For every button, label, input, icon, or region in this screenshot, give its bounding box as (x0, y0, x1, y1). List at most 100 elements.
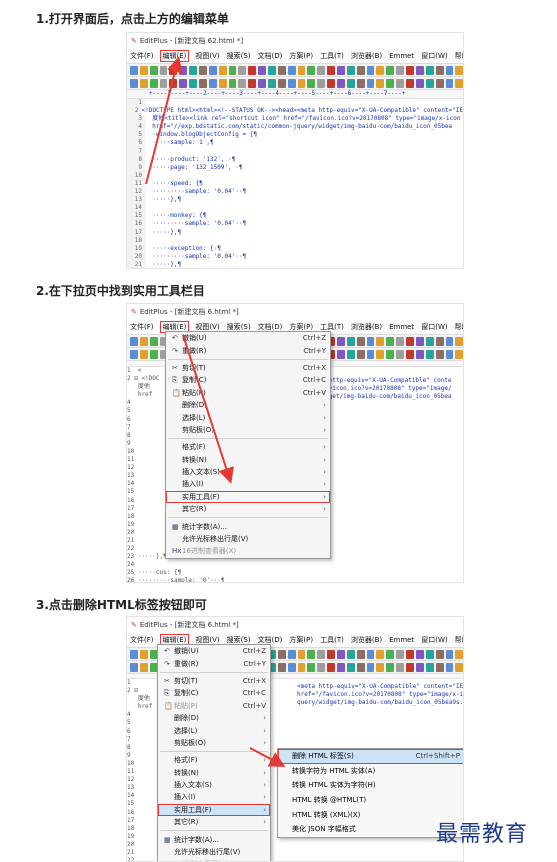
toolbar-button-icon[interactable] (317, 649, 326, 659)
toolbar-button-icon[interactable] (317, 65, 326, 75)
toolbar-button-icon[interactable] (346, 336, 355, 346)
toolbar-button-icon[interactable] (455, 662, 463, 672)
toolbar-button-icon[interactable] (396, 78, 405, 88)
toolbar-button-icon[interactable] (435, 78, 444, 88)
toolbar-button-icon[interactable] (327, 65, 336, 75)
toolbar-button-icon[interactable] (376, 349, 385, 359)
menu-item[interactable]: Hx16进制查看器(X) (158, 858, 270, 861)
submenu-item[interactable]: 转换字符为 HTML 实体(A) (278, 764, 463, 779)
toolbar-button-icon[interactable] (445, 649, 454, 659)
menu-item[interactable]: ↷ 重做(R) Ctrl+Y (166, 344, 330, 356)
menu-item[interactable]: ↶ 撤销(U) Ctrl+Z (166, 332, 330, 344)
menu-item[interactable]: Hx16进制查看器(X) (166, 545, 330, 557)
toolbar-button-icon[interactable] (406, 662, 414, 672)
toolbar-button-icon[interactable] (159, 65, 168, 75)
toolbar-button-icon[interactable] (287, 78, 296, 88)
toolbar-button-icon[interactable] (287, 662, 296, 672)
menu-9[interactable]: 窗口(W) (421, 635, 447, 645)
toolbar-button-icon[interactable] (346, 649, 355, 659)
menu-item[interactable]: 剪贴板(O) › (158, 737, 270, 749)
menu-7[interactable]: 浏览器(B) (351, 51, 382, 61)
toolbar-button-icon[interactable] (406, 349, 414, 359)
toolbar-button-icon[interactable] (386, 336, 395, 346)
toolbar-button-icon[interactable] (248, 65, 257, 75)
toolbar-button-icon[interactable] (268, 78, 276, 88)
toolbar-button-icon[interactable] (386, 649, 395, 659)
toolbar-button-icon[interactable] (169, 78, 178, 88)
toolbar-button-icon[interactable] (425, 336, 434, 346)
toolbar-button-icon[interactable] (277, 662, 286, 672)
toolbar-button-icon[interactable] (337, 78, 345, 88)
toolbar-button-icon[interactable] (376, 336, 385, 346)
toolbar-button-icon[interactable] (455, 336, 463, 346)
toolbar-button-icon[interactable] (327, 649, 336, 659)
menu-item[interactable]: 插入(I) › (166, 478, 330, 490)
toolbar-button-icon[interactable] (445, 336, 454, 346)
menu-item[interactable]: 剪贴板(O) › (166, 424, 330, 436)
toolbar-button-icon[interactable] (435, 349, 444, 359)
toolbar-button-icon[interactable] (455, 349, 463, 359)
toolbar-button-icon[interactable] (307, 65, 316, 75)
menu-item[interactable]: 其它(R) › (166, 503, 330, 515)
menu-item[interactable]: 插入文本(S) › (158, 779, 270, 791)
toolbar-button-icon[interactable] (337, 349, 345, 359)
menu-item[interactable]: 📋 粘贴(P) Ctrl+V (166, 387, 330, 399)
menu-4[interactable]: 文档(D) (258, 51, 283, 61)
menu-item[interactable]: 格式(F) › (166, 441, 330, 453)
toolbar-button-icon[interactable] (287, 649, 296, 659)
toolbar-button-icon[interactable] (435, 649, 444, 659)
toolbar-button-icon[interactable] (396, 65, 405, 75)
toolbar-button-icon[interactable] (337, 649, 345, 659)
toolbar-button-icon[interactable] (159, 78, 168, 88)
toolbar-button-icon[interactable] (455, 78, 463, 88)
toolbar-button-icon[interactable] (406, 649, 414, 659)
toolbar-button-icon[interactable] (327, 78, 336, 88)
toolbar-button-icon[interactable] (366, 336, 375, 346)
menu-8[interactable]: Emmet (389, 323, 414, 331)
toolbar-button-icon[interactable] (139, 662, 148, 672)
toolbar-button-icon[interactable] (139, 649, 148, 659)
toolbar-button-icon[interactable] (189, 65, 198, 75)
toolbar-button-icon[interactable] (258, 78, 267, 88)
menu-item[interactable]: 删除(D) › (158, 712, 270, 724)
toolbar-button-icon[interactable] (386, 662, 395, 672)
menu-item[interactable]: 实用工具(F) › (166, 490, 330, 504)
menu-item[interactable]: ⎘ 复制(C) Ctrl+C (166, 374, 330, 386)
toolbar-button-icon[interactable] (435, 65, 444, 75)
toolbar-button-icon[interactable] (317, 78, 326, 88)
toolbar-button-icon[interactable] (149, 349, 158, 359)
menu-0[interactable]: 文件(F) (130, 51, 154, 61)
toolbar-button-icon[interactable] (346, 65, 355, 75)
toolbar-button-icon[interactable] (130, 649, 138, 659)
toolbar-button-icon[interactable] (366, 662, 375, 672)
toolbar-button-icon[interactable] (238, 78, 247, 88)
toolbar-button-icon[interactable] (406, 78, 414, 88)
toolbar-button-icon[interactable] (386, 78, 395, 88)
toolbar-button-icon[interactable] (228, 65, 237, 75)
toolbar-button-icon[interactable] (218, 78, 227, 88)
toolbar-button-icon[interactable] (445, 78, 454, 88)
menu-item[interactable]: ↶ 撤销(U) Ctrl+Z (158, 645, 270, 657)
toolbar-button-icon[interactable] (199, 78, 207, 88)
menu-item[interactable]: 📋 粘贴(P) Ctrl+V (158, 700, 270, 712)
menu-1[interactable]: 编辑(E) (159, 50, 190, 62)
toolbar-button-icon[interactable] (258, 65, 267, 75)
toolbar-button-icon[interactable] (386, 65, 395, 75)
menu-6[interactable]: 工具(T) (320, 51, 344, 61)
menu-item[interactable]: 转换(N) › (166, 454, 330, 466)
toolbar-button-icon[interactable] (307, 649, 316, 659)
toolbar-button-icon[interactable] (130, 349, 138, 359)
menu-5[interactable]: 方案(P) (289, 635, 313, 645)
submenu-item[interactable]: 删除 HTML 标签(S) Ctrl+Shift+P (278, 749, 463, 764)
toolbar-button-icon[interactable] (149, 336, 158, 346)
submenu-item[interactable]: 转换 HTML 实体为字符(H) (278, 778, 463, 793)
menu-item[interactable]: ✂ 剪切(T) Ctrl+X (158, 675, 270, 687)
toolbar-button-icon[interactable] (415, 649, 424, 659)
menu-10[interactable]: 帮助(H) (455, 51, 463, 61)
toolbar-button-icon[interactable] (415, 336, 424, 346)
toolbar-button-icon[interactable] (297, 65, 306, 75)
toolbar-button-icon[interactable] (366, 65, 375, 75)
toolbar-button-icon[interactable] (366, 78, 375, 88)
toolbar-button-icon[interactable] (425, 349, 434, 359)
toolbar-button-icon[interactable] (346, 78, 355, 88)
